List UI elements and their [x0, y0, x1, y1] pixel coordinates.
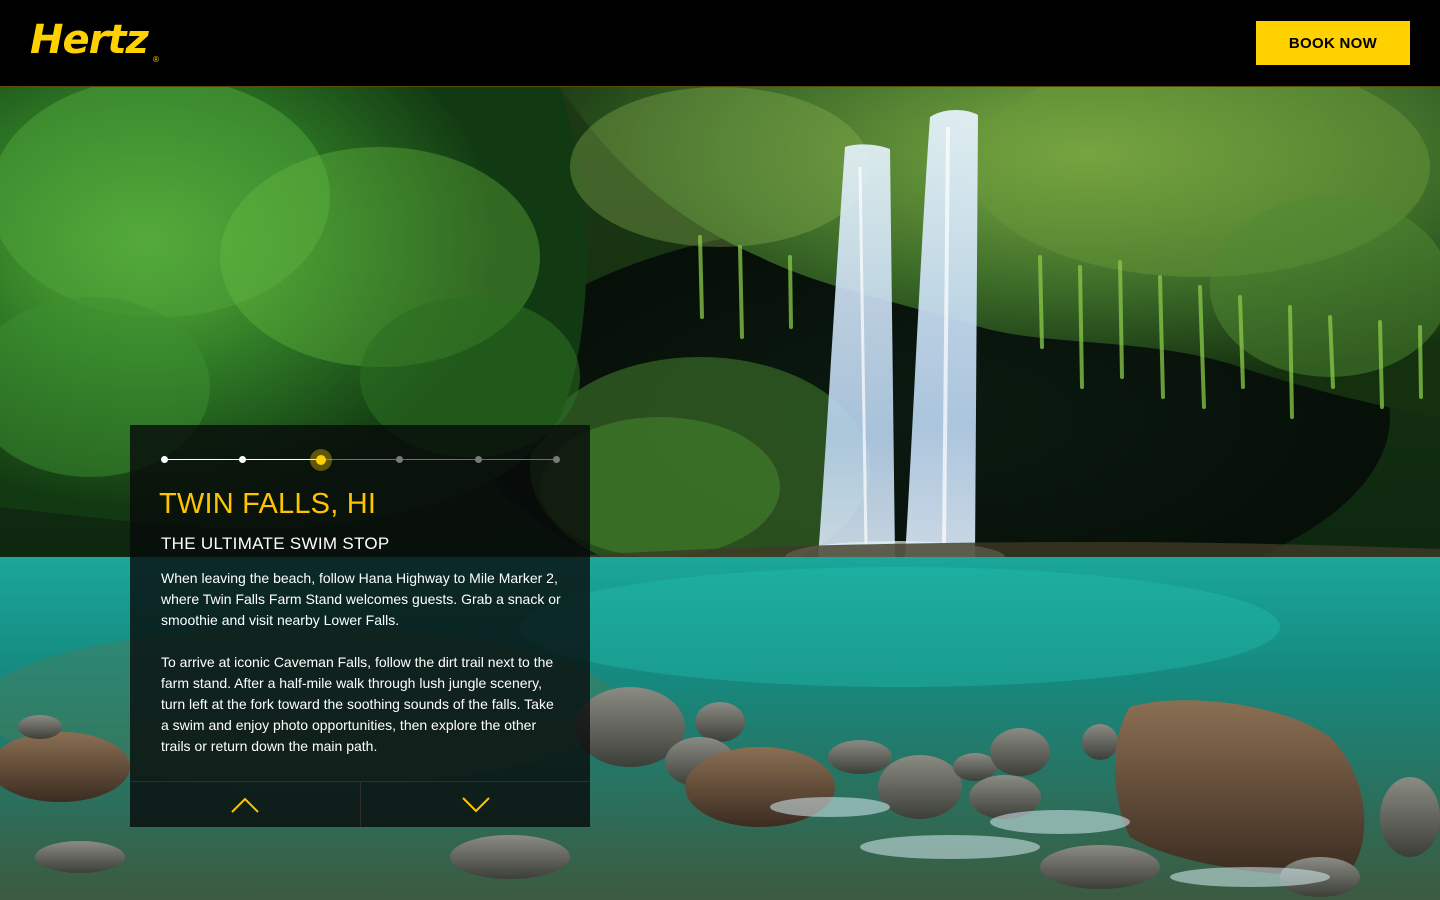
step-dot-2[interactable]: [238, 456, 246, 463]
previous-stop-button[interactable]: [130, 782, 359, 827]
destination-subtitle: THE ULTIMATE SWIM STOP: [161, 534, 390, 553]
next-stop-button[interactable]: [360, 782, 589, 827]
step-dot-3-active[interactable]: [316, 454, 326, 465]
step-dot-5[interactable]: [474, 456, 482, 463]
destination-title: TWIN FALLS, HI: [159, 488, 377, 520]
step-dot-4[interactable]: [395, 456, 403, 463]
book-now-button[interactable]: BOOK NOW: [1256, 21, 1410, 65]
destination-card: TWIN FALLS, HI THE ULTIMATE SWIM STOP Wh…: [130, 425, 590, 827]
step-dot-1[interactable]: [160, 456, 168, 463]
registered-mark: ®: [153, 55, 159, 64]
description-paragraph: When leaving the beach, follow Hana High…: [161, 570, 561, 628]
destination-description: When leaving the beach, follow Hana High…: [161, 568, 561, 778]
card-navigation: [130, 781, 590, 827]
chevron-up-icon: [231, 797, 259, 813]
hertz-logo[interactable]: Hertz: [30, 20, 149, 60]
step-dot-6[interactable]: [552, 456, 560, 463]
description-paragraph: To arrive at iconic Caveman Falls, follo…: [161, 654, 554, 754]
top-bar: Hertz ® BOOK NOW: [0, 0, 1440, 87]
chevron-down-icon: [462, 797, 490, 813]
page: Hertz ® BOOK NOW TWIN FALLS, HI THE ULTI…: [0, 0, 1440, 900]
step-progress: [160, 454, 560, 465]
